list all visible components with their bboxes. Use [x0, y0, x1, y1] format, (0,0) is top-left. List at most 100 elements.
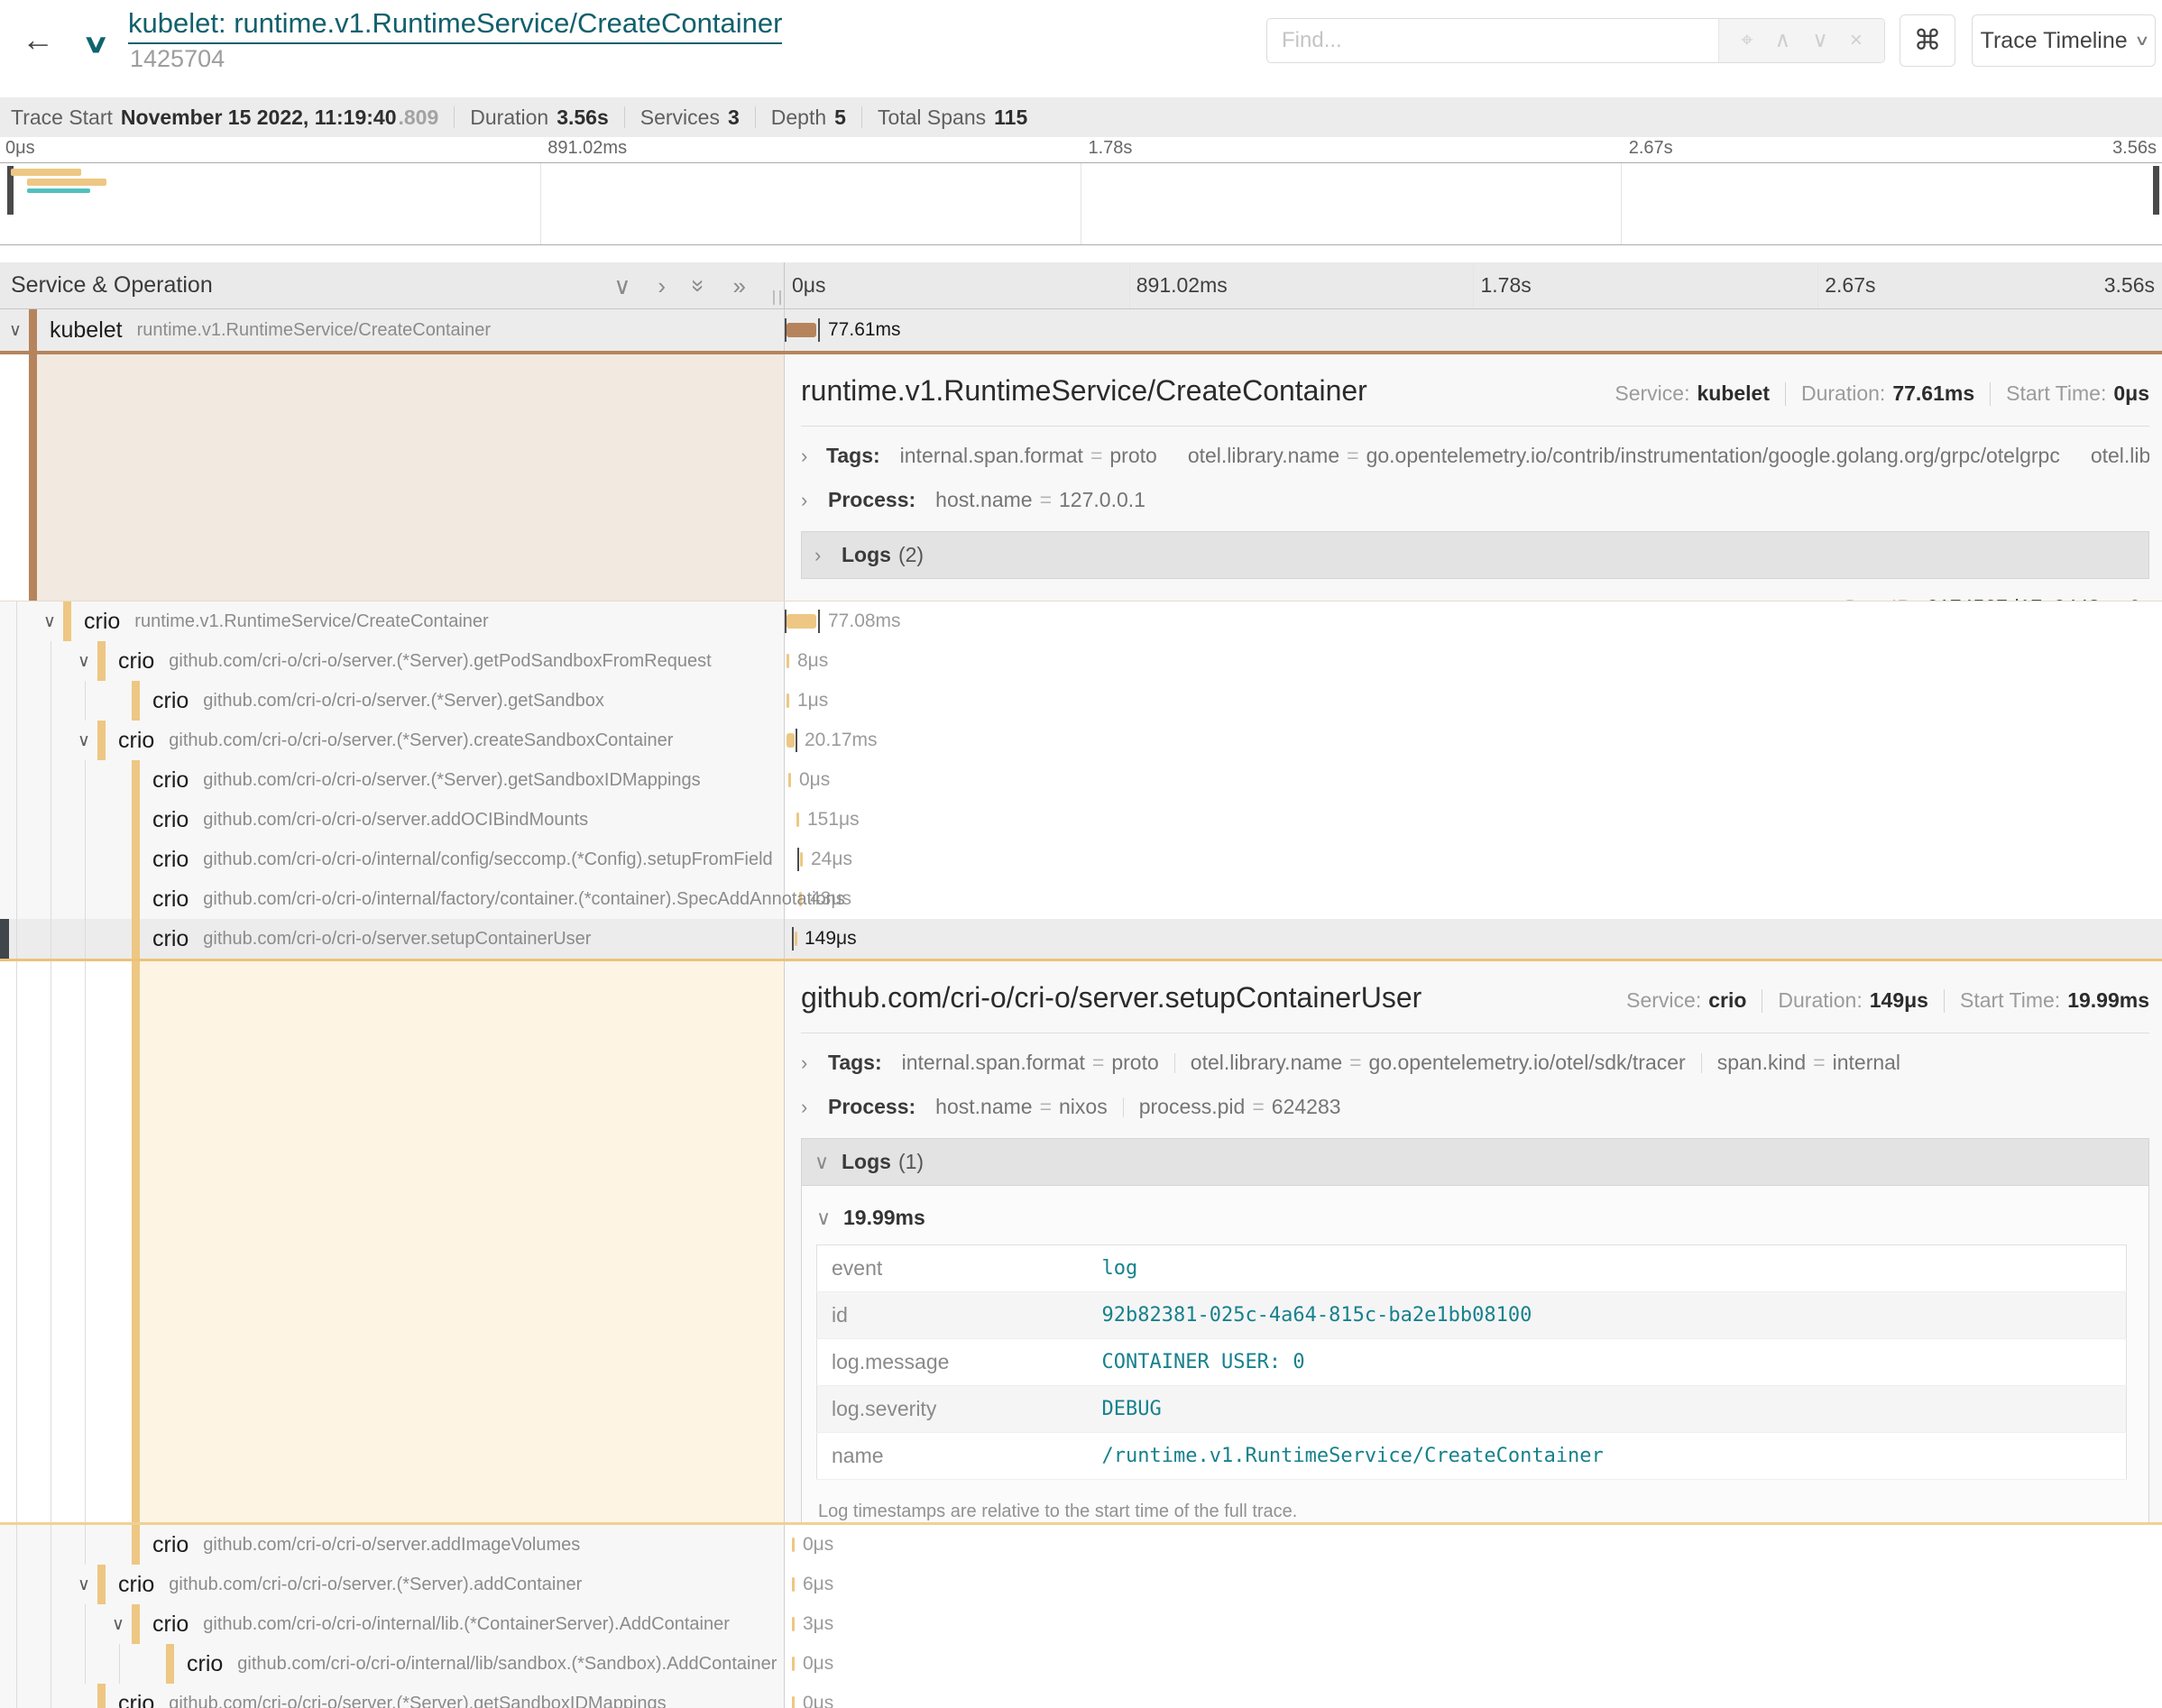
find-clear-icon[interactable]: × [1850, 30, 1863, 51]
span-row-getsandboxidmappings[interactable]: crio github.com/cri-o/cri-o/server.(*Ser… [0, 760, 2162, 800]
span-row-lib-addcontainer[interactable]: ∨ crio github.com/cri-o/cri-o/internal/l… [0, 1604, 2162, 1644]
chevron-down-icon[interactable]: ∨ [70, 730, 97, 751]
span-row-seccomp-setupfromfield[interactable]: crio github.com/cri-o/cri-o/internal/con… [0, 840, 2162, 879]
span-row-getsandbox[interactable]: crio github.com/cri-o/cri-o/server.(*Ser… [0, 681, 2162, 721]
service-color-bar [132, 1604, 140, 1644]
span-row-addocibindmounts[interactable]: crio github.com/cri-o/cri-o/server.addOC… [0, 800, 2162, 840]
keyboard-shortcuts-button[interactable]: ⌘ [1900, 14, 1955, 67]
span-duration-bar[interactable] [792, 1617, 795, 1631]
span-duration-bar[interactable] [800, 852, 803, 867]
trace-title-collapse-icon[interactable]: ∨ [82, 29, 110, 59]
span-row-crio-createcontainer[interactable]: ∨ crio runtime.v1.RuntimeService/CreateC… [0, 601, 2162, 641]
span-name-cell[interactable]: crio github.com/cri-o/cri-o/server.(*Ser… [0, 681, 785, 721]
span-name-cell[interactable]: crio github.com/cri-o/cri-o/server.addIm… [0, 1525, 785, 1565]
span-name-cell[interactable]: crio github.com/cri-o/cri-o/internal/fac… [0, 879, 785, 919]
span-name-cell[interactable]: crio github.com/cri-o/cri-o/server.setup… [0, 919, 785, 959]
span-row-sandbox-addcontainer[interactable]: crio github.com/cri-o/cri-o/internal/lib… [0, 1644, 2162, 1684]
span-duration-bar[interactable] [796, 813, 799, 827]
span-duration-bar[interactable] [787, 614, 816, 629]
divider [755, 106, 756, 128]
tags-accordion[interactable]: › Tags: internal.span.format=proto otel.… [801, 434, 2149, 478]
expand-one-icon[interactable]: › [658, 274, 666, 298]
span-bar-cell[interactable]: 151μs [785, 800, 2162, 840]
span-row-getsandboxidmappings-2[interactable]: crio github.com/cri-o/cri-o/server.(*Ser… [0, 1684, 2162, 1708]
span-duration-bar[interactable] [792, 1538, 795, 1552]
chevron-down-icon[interactable]: ∨ [36, 611, 63, 632]
span-name-cell[interactable]: crio github.com/cri-o/cri-o/server.(*Ser… [0, 1684, 785, 1708]
trace-title-link[interactable]: kubelet: runtime.v1.RuntimeService/Creat… [128, 7, 782, 44]
minimap-span [27, 188, 90, 193]
span-detail-left-gutter [0, 961, 785, 1522]
collapse-one-icon[interactable]: ∨ [613, 274, 630, 298]
span-duration-bar[interactable] [787, 323, 816, 337]
span-name-cell[interactable]: crio github.com/cri-o/cri-o/internal/con… [0, 840, 785, 879]
span-detail-kubelet: runtime.v1.RuntimeService/CreateContaine… [0, 351, 2162, 601]
chevron-down-icon[interactable]: ∨ [70, 1575, 97, 1595]
span-duration-bar[interactable] [787, 693, 789, 708]
chevron-down-icon[interactable]: ∨ [105, 1614, 132, 1635]
expand-all-icon[interactable]: » [733, 274, 746, 298]
logs-content: ∨ 19.99ms event log id 92b82381-025c-4a6… [801, 1186, 2149, 1525]
span-name-cell[interactable]: ∨ crio github.com/cri-o/cri-o/server.(*S… [0, 1565, 785, 1604]
span-bar-cell[interactable]: 6μs [785, 1565, 2162, 1604]
span-bar-cell[interactable]: 20.17ms [785, 721, 2162, 760]
span-row-createsandboxcontainer[interactable]: ∨ crio github.com/cri-o/cri-o/server.(*S… [0, 721, 2162, 760]
span-name-cell[interactable]: ∨ kubelet runtime.v1.RuntimeService/Crea… [0, 309, 785, 351]
span-name-cell[interactable]: ∨ crio runtime.v1.RuntimeService/CreateC… [0, 601, 785, 641]
span-name-cell[interactable]: crio github.com/cri-o/cri-o/server.addOC… [0, 800, 785, 840]
span-duration-bar[interactable] [795, 932, 797, 946]
span-bar-cell[interactable]: 0μs [785, 1684, 2162, 1708]
find-prev-icon[interactable]: ∧ [1775, 30, 1791, 51]
span-duration-bar[interactable] [792, 1696, 795, 1708]
span-bar-cell[interactable]: 77.61ms [785, 309, 2162, 351]
span-row-specaddannotations[interactable]: crio github.com/cri-o/cri-o/internal/fac… [0, 879, 2162, 919]
collapse-all-icon[interactable]: » [687, 279, 711, 291]
trace-id: 1425704 [130, 45, 225, 73]
minimap-axis-labels: 0μs 891.02ms 1.78s 2.67s 3.56s [0, 135, 2162, 161]
span-name-cell[interactable]: crio github.com/cri-o/cri-o/server.(*Ser… [0, 760, 785, 800]
span-bar-cell[interactable]: 77.08ms [785, 601, 2162, 641]
locate-icon[interactable]: ⌖ [1741, 30, 1753, 51]
span-row-addimagevolumes[interactable]: crio github.com/cri-o/cri-o/server.addIm… [0, 1525, 2162, 1565]
span-bar-cell[interactable]: 3μs [785, 1604, 2162, 1644]
span-row-getpodsandboxfromrequest[interactable]: ∨ crio github.com/cri-o/cri-o/server.(*S… [0, 641, 2162, 681]
trace-minimap[interactable] [0, 162, 2162, 245]
logs-accordion[interactable]: › Logs (2) [801, 531, 2149, 579]
span-bar-cell[interactable]: 24μs [785, 840, 2162, 879]
span-bar-cell[interactable]: 149μs [785, 919, 2162, 959]
logs-accordion[interactable]: ∨ Logs (1) [801, 1138, 2149, 1186]
span-name-cell[interactable]: crio github.com/cri-o/cri-o/internal/lib… [0, 1644, 785, 1684]
span-duration-bar[interactable] [788, 773, 791, 787]
service-operation-title: Service & Operation [11, 272, 213, 298]
chevron-down-icon[interactable]: ∨ [2, 320, 29, 341]
span-name-cell[interactable]: ∨ crio github.com/cri-o/cri-o/internal/l… [0, 1604, 785, 1644]
span-bar-cell[interactable]: 0μs [785, 760, 2162, 800]
tags-accordion[interactable]: › Tags: internal.span.format=proto otel.… [801, 1041, 2149, 1085]
column-resize-grip[interactable] [773, 290, 781, 305]
trace-view-dropdown[interactable]: Trace Timeline ∨ [1972, 14, 2156, 67]
span-duration-bar[interactable] [792, 1657, 795, 1671]
back-arrow-icon[interactable]: ← [22, 23, 54, 56]
process-accordion[interactable]: › Process: host.name=127.0.0.1 [801, 478, 2149, 522]
find-input[interactable] [1267, 19, 1718, 62]
span-bar-cell[interactable]: 0μs [785, 1644, 2162, 1684]
span-duration-bar[interactable] [792, 1577, 795, 1592]
timeline-column-header: Service & Operation ∨ › » » 0μs 891.02ms… [0, 262, 2162, 309]
span-row-kubelet-createcontainer[interactable]: ∨ kubelet runtime.v1.RuntimeService/Crea… [0, 309, 2162, 351]
span-row-addcontainer[interactable]: ∨ crio github.com/cri-o/cri-o/server.(*S… [0, 1565, 2162, 1604]
log-entry-accordion[interactable]: ∨ 19.99ms [816, 1197, 2134, 1244]
find-next-icon[interactable]: ∨ [1812, 30, 1828, 51]
span-row-setupcontaineruser[interactable]: crio github.com/cri-o/cri-o/server.setup… [0, 919, 2162, 959]
span-duration-bar[interactable] [787, 733, 795, 748]
span-bar-cell[interactable]: 0μs [785, 1525, 2162, 1565]
process-accordion[interactable]: › Process: host.name=nixos process.pid=6… [801, 1085, 2149, 1129]
span-name-cell[interactable]: ∨ crio github.com/cri-o/cri-o/server.(*S… [0, 641, 785, 681]
service-color-bar [97, 641, 106, 681]
span-bar-cell[interactable]: 8μs [785, 641, 2162, 681]
chevron-down-icon[interactable]: ∨ [70, 651, 97, 672]
span-bar-cell[interactable]: 1μs [785, 681, 2162, 721]
span-name-cell[interactable]: ∨ crio github.com/cri-o/cri-o/server.(*S… [0, 721, 785, 760]
span-duration-bar[interactable] [787, 654, 789, 668]
span-bar-cell[interactable]: 43μs [785, 879, 2162, 919]
minimap-right-handle[interactable] [2153, 166, 2159, 215]
